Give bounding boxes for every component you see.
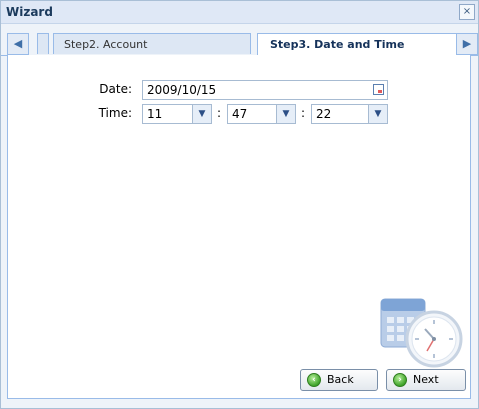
step-panel: Date: 2009/10/15 Time: 11 ▼ : 47 ▼ : 22 …	[7, 55, 471, 399]
tab-step1-collapsed[interactable]	[37, 33, 49, 54]
next-button[interactable]: › Next	[386, 369, 466, 391]
back-button-label: Back	[327, 373, 354, 386]
arrow-right-icon: ›	[393, 373, 407, 387]
tab-bar: ◀ Step2. Account Step3. Date and Time ▶	[1, 33, 478, 56]
second-select[interactable]: 22 ▼	[311, 104, 388, 124]
arrow-left-icon: ‹	[307, 373, 321, 387]
next-button-label: Next	[413, 373, 439, 386]
close-icon[interactable]: ×	[459, 4, 475, 20]
hour-value: 11	[147, 107, 163, 121]
chevron-down-icon[interactable]: ▼	[368, 105, 387, 123]
back-button[interactable]: ‹ Back	[300, 369, 378, 391]
second-value: 22	[316, 107, 332, 121]
arrow-right-icon[interactable]: ▶	[456, 33, 478, 55]
chevron-down-icon[interactable]: ▼	[276, 105, 295, 123]
tab-step2-account[interactable]: Step2. Account	[53, 33, 251, 54]
minute-select[interactable]: 47 ▼	[227, 104, 296, 124]
arrow-left-icon[interactable]: ◀	[7, 33, 29, 55]
calendar-icon[interactable]	[373, 84, 384, 95]
time-label: Time:	[98, 106, 132, 120]
hour-select[interactable]: 11 ▼	[142, 104, 212, 124]
time-separator: :	[301, 106, 306, 120]
title-bar: Wizard ×	[1, 1, 478, 24]
minute-value: 47	[232, 107, 248, 121]
chevron-down-icon[interactable]: ▼	[192, 105, 211, 123]
window-title: Wizard	[6, 5, 53, 19]
time-separator: :	[217, 106, 222, 120]
wizard-window: Wizard × ◀ Step2. Account Step3. Date an…	[0, 0, 479, 409]
date-label: Date:	[99, 82, 132, 96]
date-field[interactable]: 2009/10/15	[142, 80, 388, 100]
tab-step3-date-time[interactable]: Step3. Date and Time	[257, 33, 457, 55]
date-value: 2009/10/15	[147, 83, 217, 97]
calendar-clock-icon	[380, 298, 463, 368]
